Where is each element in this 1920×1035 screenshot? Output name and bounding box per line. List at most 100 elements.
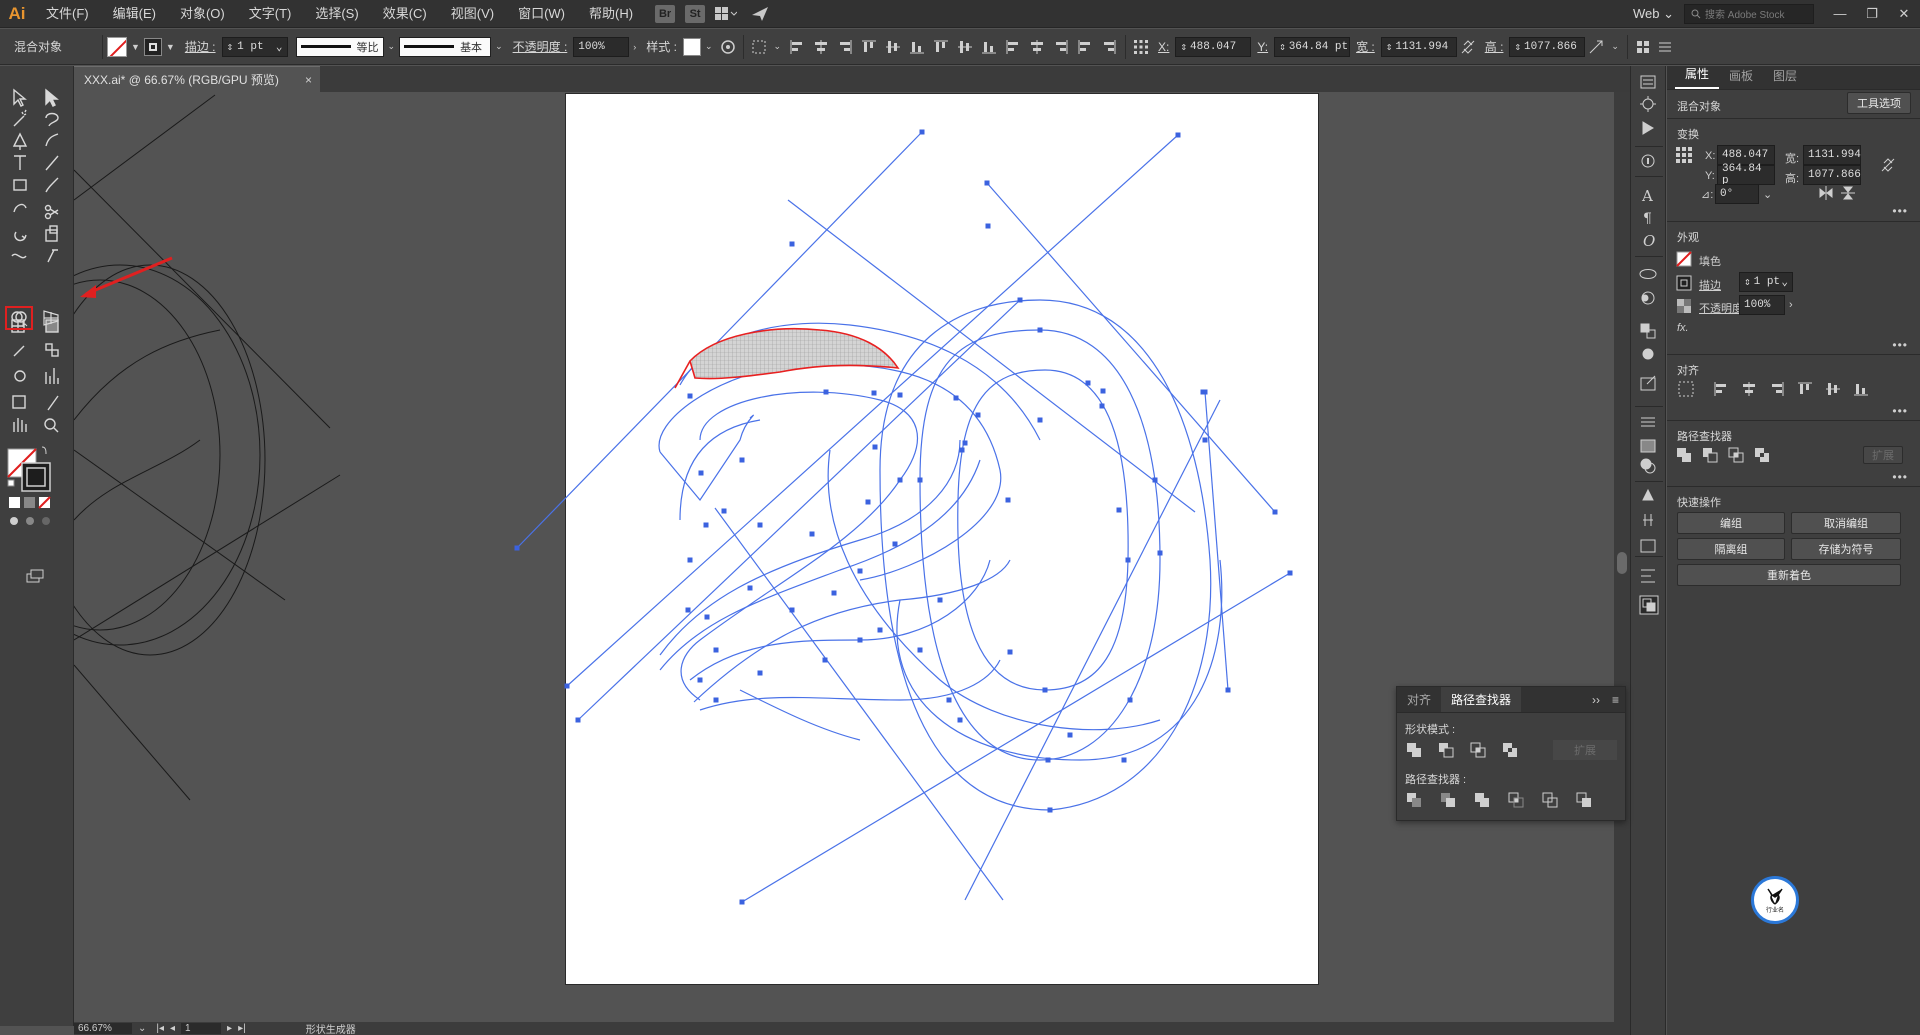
blend-path-15[interactable] xyxy=(699,659,1001,711)
tab-pathfinder[interactable]: 路径查找器 xyxy=(1441,687,1522,712)
chevron-down-icon[interactable]: ⌄ xyxy=(1763,188,1772,201)
pathfinder-divide-icon[interactable] xyxy=(1405,791,1423,809)
prev-artboard-icon[interactable]: ◂ xyxy=(170,1023,175,1034)
menu-item-3[interactable]: 文字(T) xyxy=(237,0,304,28)
anchor-point-53[interactable] xyxy=(514,545,520,551)
document-tab[interactable]: XXX.ai* @ 66.67% (RGB/GPU 预览) × xyxy=(74,66,320,92)
tab-artboards[interactable]: 画板 xyxy=(1719,67,1763,89)
style-dropdown-icon[interactable]: ⌄ xyxy=(701,41,717,52)
perspective-grid-tool[interactable] xyxy=(38,306,64,330)
anchor-point-3[interactable] xyxy=(985,223,991,229)
pathfinder-minusback-icon[interactable] xyxy=(1575,791,1593,809)
flip-horizontal-icon[interactable] xyxy=(1817,184,1835,202)
anchor-point-45[interactable] xyxy=(823,389,829,395)
effects-icon[interactable]: fx. xyxy=(1677,322,1689,334)
arrange-documents-icon[interactable] xyxy=(713,4,739,24)
anchor-point-46[interactable] xyxy=(897,477,903,483)
panel-menu-icon[interactable]: ≡ xyxy=(1606,687,1625,712)
anchor-point-38[interactable] xyxy=(946,697,952,703)
reference-point-icon[interactable] xyxy=(1132,38,1150,56)
brush-definition[interactable]: 基本 xyxy=(399,36,492,57)
anchor-point-67[interactable] xyxy=(822,657,828,663)
x-field[interactable]: 488.047 xyxy=(1717,145,1775,165)
blend-path-1[interactable] xyxy=(566,134,1179,687)
anchor-point-37[interactable] xyxy=(1121,757,1127,763)
ungroup-button[interactable]: 取消编组 xyxy=(1791,512,1901,534)
align-button-13-icon[interactable] xyxy=(1100,38,1118,56)
anchor-point-68[interactable] xyxy=(957,717,963,723)
shape-mode-exclude-icon[interactable] xyxy=(1501,741,1519,759)
menu-item-7[interactable]: 窗口(W) xyxy=(506,0,577,28)
align-button-6-icon[interactable] xyxy=(932,38,950,56)
anchor-point-64[interactable] xyxy=(687,557,693,563)
width-input[interactable]: ⇕ 1131.994 xyxy=(1380,36,1457,57)
properties-align-m-icon[interactable] xyxy=(1824,380,1842,398)
height-input[interactable]: ⇕ 1077.866 xyxy=(1509,36,1586,57)
shape-mode-unite-icon[interactable] xyxy=(1405,741,1423,759)
anchor-point-9[interactable] xyxy=(739,899,745,905)
save-as-symbol-button[interactable]: 存储为符号 xyxy=(1791,538,1901,560)
constrain-proportions-icon[interactable] xyxy=(1879,156,1897,174)
anchor-point-61[interactable] xyxy=(747,585,753,591)
group-button[interactable]: 编组 xyxy=(1677,512,1785,534)
rotate-field[interactable]: 0° xyxy=(1715,184,1759,204)
anchor-point-20[interactable] xyxy=(962,440,968,446)
height-field[interactable]: 1077.866 xyxy=(1803,165,1861,185)
scroll-thumb[interactable] xyxy=(1617,552,1627,574)
transform-icon[interactable] xyxy=(1587,38,1605,56)
stock-search-input[interactable]: 搜索 Adobe Stock xyxy=(1684,3,1814,24)
anchor-point-5[interactable] xyxy=(1272,509,1278,515)
opacity-label[interactable]: 不透明度 : xyxy=(507,38,574,55)
anchor-point-40[interactable] xyxy=(1005,497,1011,503)
anchor-point-34[interactable] xyxy=(1099,403,1105,409)
expand-button[interactable]: 扩展 xyxy=(1553,740,1617,760)
brush-dropdown-icon[interactable]: ⌄ xyxy=(491,41,507,52)
anchor-point-11[interactable] xyxy=(1085,380,1091,386)
align-button-2-icon[interactable] xyxy=(836,38,854,56)
anchor-point-21[interactable] xyxy=(1037,417,1043,423)
panel-menu-icon[interactable] xyxy=(1656,38,1674,56)
pathfinder-crop-icon[interactable] xyxy=(1507,791,1525,809)
properties-align-b-icon[interactable] xyxy=(1852,380,1870,398)
properties-shape-mode-exclude-icon[interactable] xyxy=(1753,446,1771,464)
anchor-point-2[interactable] xyxy=(789,241,795,247)
anchor-point-36[interactable] xyxy=(1045,757,1051,763)
anchor-point-28[interactable] xyxy=(831,590,837,596)
tab-align[interactable]: 对齐 xyxy=(1397,687,1441,712)
spinner-icon[interactable]: ⇕ xyxy=(1279,40,1286,54)
last-artboard-icon[interactable]: ▸| xyxy=(238,1023,246,1034)
flip-vertical-icon[interactable] xyxy=(1839,184,1857,202)
anchor-point-66[interactable] xyxy=(704,614,710,620)
anchor-point-8[interactable] xyxy=(575,717,581,723)
blend-path-18[interactable] xyxy=(919,329,1161,761)
anchor-point-42[interactable] xyxy=(1017,297,1023,303)
menu-item-0[interactable]: 文件(F) xyxy=(34,0,101,28)
anchor-point-59[interactable] xyxy=(892,541,898,547)
anchor-point-63[interactable] xyxy=(703,522,709,528)
anchor-point-6[interactable] xyxy=(1287,570,1293,576)
blend-path-3[interactable] xyxy=(741,572,1291,903)
spinner-icon[interactable]: ⇕ xyxy=(1514,40,1521,54)
shape-mode-intersect-icon[interactable] xyxy=(1469,741,1487,759)
properties-align-t-icon[interactable] xyxy=(1796,380,1814,398)
gpu-performance-icon[interactable] xyxy=(747,4,773,24)
anchor-point-7[interactable] xyxy=(1225,687,1231,693)
anchor-point-27[interactable] xyxy=(857,637,863,643)
vertical-scrollbar[interactable] xyxy=(1614,92,1630,1022)
properties-align-c-icon[interactable] xyxy=(1740,380,1758,398)
anchor-point-49[interactable] xyxy=(1037,327,1043,333)
blend-path-14[interactable] xyxy=(689,559,991,681)
more-options-icon[interactable]: ••• xyxy=(1892,470,1908,484)
properties-align-l-icon[interactable] xyxy=(1712,380,1730,398)
chevron-down-icon[interactable]: ⌄ xyxy=(1607,41,1623,52)
x-input[interactable]: ⇕ 488.047 xyxy=(1175,36,1252,57)
align-button-3-icon[interactable] xyxy=(860,38,878,56)
properties-align-r-icon[interactable] xyxy=(1768,380,1786,398)
stroke-swatch[interactable] xyxy=(143,37,162,56)
fill-none-icon[interactable] xyxy=(1675,250,1693,268)
fill-swatch[interactable] xyxy=(107,36,127,57)
align-button-12-icon[interactable] xyxy=(1076,38,1094,56)
more-options-icon[interactable]: ••• xyxy=(1892,404,1908,418)
align-button-10-icon[interactable] xyxy=(1028,38,1046,56)
blend-path-9[interactable] xyxy=(658,364,1002,581)
